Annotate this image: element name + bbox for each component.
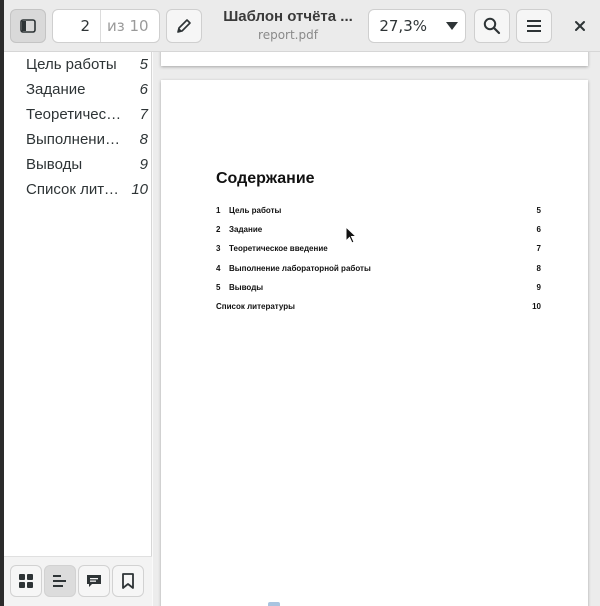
- close-icon: [575, 21, 585, 31]
- outline-item-label: Список лите…: [26, 181, 126, 198]
- outline-item-page: 10: [131, 181, 148, 198]
- thumbnails-icon: [19, 574, 33, 588]
- outline-item-page: 7: [139, 106, 148, 123]
- outline-item-label: Теоретичес…: [26, 106, 122, 123]
- toc-entry[interactable]: 5 Выводы 9: [216, 283, 541, 297]
- toc-heading: Содержание: [216, 170, 315, 187]
- toc-entry-title: Список литературы: [216, 302, 295, 311]
- outline-item-label: Задание: [26, 81, 86, 98]
- toc-entry-title: Выполнение лабораторной работы: [229, 264, 371, 273]
- outline-icon: [53, 575, 66, 587]
- outline-item-label: Выполнение…: [26, 131, 126, 148]
- document-view[interactable]: Содержание 1 Цель работы 5 2 Задание 6 3…: [153, 52, 600, 606]
- toc-entry-title: Теоретическое введение: [229, 244, 328, 253]
- toc-entry-number: 1: [216, 206, 221, 215]
- toc-entry-number: 3: [216, 244, 221, 253]
- page-number-field[interactable]: 2 из 10: [52, 9, 160, 43]
- scroll-indicator: [268, 602, 280, 606]
- sidebar-icon: [20, 19, 36, 33]
- outline-item-page: 6: [139, 81, 148, 98]
- outline-item[interactable]: Теоретичес… 7: [4, 102, 152, 127]
- search-icon: [483, 17, 501, 35]
- toc-entry-page: 9: [536, 283, 541, 292]
- toc-entry-title: Цель работы: [229, 206, 282, 215]
- sidebar-view-switcher: [4, 556, 152, 606]
- outline-item[interactable]: Задание 6: [4, 77, 152, 102]
- annotations-icon: [87, 575, 101, 587]
- page-number-input[interactable]: 2: [53, 10, 101, 42]
- close-button[interactable]: [564, 10, 596, 42]
- sidebar-toggle-button[interactable]: [10, 9, 46, 43]
- pdf-viewer-window: 2 из 10 Шаблон отчёта ... report.pdf 27,…: [4, 0, 600, 606]
- document-title-area: Шаблон отчёта ... report.pdf: [210, 8, 366, 42]
- outline-item[interactable]: Список лите… 10: [4, 177, 152, 202]
- toc-entry-number: 4: [216, 264, 221, 273]
- search-button[interactable]: [474, 9, 510, 43]
- mouse-pointer-icon: [345, 225, 358, 248]
- window-title: Шаблон отчёта ...: [223, 8, 353, 25]
- toc-entry[interactable]: 3 Теоретическое введение 7: [216, 244, 541, 258]
- tab-outline[interactable]: [44, 565, 76, 597]
- toc-entry[interactable]: 4 Выполнение лабораторной работы 8: [216, 264, 541, 278]
- toc-entry-title: Выводы: [229, 283, 264, 292]
- page-count-label: из 10: [107, 17, 149, 35]
- toc-entry-number: 5: [216, 283, 221, 292]
- header-bar: 2 из 10 Шаблон отчёта ... report.pdf 27,…: [4, 0, 600, 52]
- annotate-button[interactable]: [166, 9, 202, 43]
- tab-thumbnails[interactable]: [10, 565, 42, 597]
- previous-page: [161, 52, 588, 66]
- chevron-down-icon: [446, 22, 458, 30]
- outline-item-label: Выводы: [26, 156, 83, 173]
- zoom-value: 27,3%: [379, 17, 427, 35]
- outline-item-page: 9: [139, 156, 148, 173]
- toc-entry-title: Задание: [229, 225, 263, 234]
- outline-item[interactable]: Цель работы 5: [4, 52, 152, 77]
- zoom-dropdown[interactable]: [439, 22, 465, 30]
- toc-entry-page: 6: [536, 225, 541, 234]
- outline-item-page: 8: [139, 131, 148, 148]
- outline-item-label: Цель работы: [26, 56, 117, 73]
- outline-item[interactable]: Выполнение… 8: [4, 127, 152, 152]
- toc-entry-page: 8: [536, 264, 541, 273]
- toc-entry-page: 5: [536, 206, 541, 215]
- toc-entry-page: 10: [532, 302, 541, 311]
- tab-annotations[interactable]: [78, 565, 110, 597]
- file-name: report.pdf: [258, 28, 318, 42]
- toc-entry-page: 7: [536, 244, 541, 253]
- outline-item[interactable]: Выводы 9: [4, 152, 152, 177]
- sidebar: Цель работы 5 Задание 6 Теоретичес… 7 Вы…: [4, 52, 152, 606]
- zoom-selector[interactable]: 27,3%: [368, 9, 466, 43]
- toc-entry[interactable]: Список литературы 10: [216, 302, 541, 316]
- toc-entry-number: 2: [216, 225, 221, 234]
- pencil-icon: [177, 19, 191, 33]
- toc-entry[interactable]: 2 Задание 6: [216, 225, 541, 239]
- main-menu-button[interactable]: [516, 9, 552, 43]
- outline-item-page: 5: [139, 56, 148, 73]
- tab-bookmarks[interactable]: [112, 565, 144, 597]
- pdf-page: Содержание 1 Цель работы 5 2 Задание 6 3…: [161, 80, 588, 606]
- bookmarks-icon: [122, 573, 134, 589]
- hamburger-menu-icon: [527, 20, 541, 32]
- toc-entry[interactable]: 1 Цель работы 5: [216, 206, 541, 220]
